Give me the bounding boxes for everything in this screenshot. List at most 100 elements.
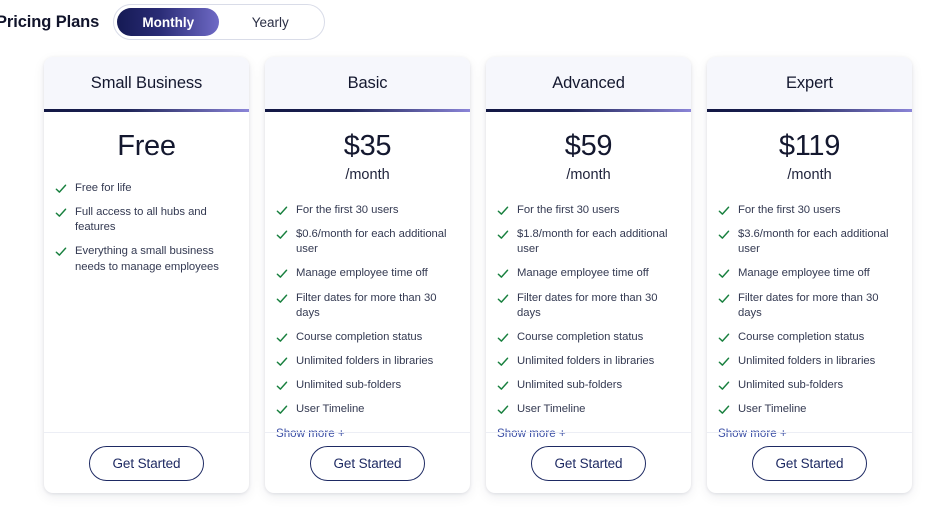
plan-name: Advanced — [552, 73, 625, 92]
pricing-cards-row: Small Business Free Free for life Full acce… — [44, 57, 912, 493]
feature-item: Course completion status — [276, 330, 458, 345]
check-icon — [276, 229, 288, 241]
price-block: $59/month — [496, 112, 681, 184]
feature-item: Unlimited sub-folders — [276, 378, 458, 393]
feature-text: Course completion status — [738, 330, 865, 343]
check-icon — [718, 356, 730, 368]
pricing-page: Pricing Plans Monthly Yearly Small Busin… — [0, 0, 935, 520]
check-icon — [718, 293, 730, 305]
feature-item: Free for life — [55, 181, 237, 196]
get-started-button-basic[interactable]: Get Started — [310, 445, 425, 481]
feature-item: $0.6/month for each additional user — [276, 227, 458, 257]
check-icon — [497, 356, 509, 368]
feature-text: Filter dates for more than 30 days — [738, 291, 879, 319]
check-icon — [276, 293, 288, 305]
feature-item: Manage employee time off — [276, 266, 458, 281]
get-started-button-advanced[interactable]: Get Started — [531, 445, 646, 481]
feature-item: Everything a small business needs to man… — [55, 244, 237, 274]
check-icon — [497, 380, 509, 392]
feature-item: Full access to all hubs and features — [55, 205, 237, 235]
price-block: Free — [54, 112, 239, 162]
card-body-expert: $119/month For the first 30 users $3.6/mon… — [707, 112, 912, 440]
feature-text: Unlimited sub-folders — [738, 378, 844, 391]
feature-item: Filter dates for more than 30 days — [718, 291, 900, 321]
toggle-option-monthly[interactable]: Monthly — [117, 8, 220, 36]
feature-text: Free for life — [75, 182, 132, 195]
check-icon — [276, 356, 288, 368]
feature-text: Manage employee time off — [296, 267, 428, 280]
pricing-card-basic: Basic $35/month For the first 30 users $0.6… — [265, 57, 470, 493]
check-icon — [55, 183, 67, 195]
feature-item: Unlimited folders in libraries — [718, 354, 900, 369]
feature-text: Everything a small business needs to man… — [75, 245, 219, 273]
feature-text: Manage employee time off — [738, 267, 870, 280]
feature-text: Filter dates for more than 30 days — [296, 291, 437, 319]
plan-name: Basic — [347, 73, 388, 92]
feature-item: $1.8/month for each additional user — [497, 227, 679, 257]
get-started-button-small-business[interactable]: Get Started — [89, 445, 204, 481]
feature-list: For the first 30 users $3.6/month for eac… — [717, 203, 902, 425]
check-icon — [718, 229, 730, 241]
check-icon — [276, 268, 288, 280]
feature-item: Course completion status — [718, 330, 900, 345]
feature-item: Manage employee time off — [497, 266, 679, 281]
card-footer-basic: Get Started — [265, 432, 470, 493]
feature-text: For the first 30 users — [517, 204, 620, 217]
check-icon — [497, 205, 509, 217]
price-period: /month — [566, 167, 611, 184]
check-icon — [718, 268, 730, 280]
feature-list: Free for life Full access to all hubs and… — [54, 181, 239, 432]
feature-item: Filter dates for more than 30 days — [497, 291, 679, 321]
feature-item: Unlimited folders in libraries — [497, 354, 679, 369]
card-footer-advanced: Get Started — [486, 432, 691, 493]
price-period: /month — [345, 167, 390, 184]
billing-period-toggle[interactable]: Monthly Yearly — [113, 4, 326, 40]
feature-text: For the first 30 users — [738, 204, 841, 217]
feature-text: Full access to all hubs and features — [75, 206, 207, 234]
feature-text: Course completion status — [296, 330, 423, 343]
feature-text: $1.8/month for each additional user — [517, 228, 668, 256]
get-started-button-expert[interactable]: Get Started — [752, 445, 867, 481]
feature-item: User Timeline — [276, 402, 458, 417]
feature-item: User Timeline — [497, 402, 679, 417]
feature-item: For the first 30 users — [497, 203, 679, 218]
plan-name: Small Business — [90, 73, 203, 92]
check-icon — [55, 246, 67, 258]
check-icon — [497, 268, 509, 280]
pricing-card-advanced: Advanced $59/month For the first 30 users $… — [486, 57, 691, 493]
check-icon — [55, 207, 67, 219]
price-amount: $35 — [343, 130, 392, 162]
feature-item: Filter dates for more than 30 days — [276, 291, 458, 321]
price-amount: $59 — [564, 130, 613, 162]
feature-item: Unlimited sub-folders — [718, 378, 900, 393]
feature-item: For the first 30 users — [276, 203, 458, 218]
feature-text: Manage employee time off — [517, 267, 649, 280]
price-amount: Free — [117, 130, 176, 162]
pricing-header: Pricing Plans Monthly Yearly — [0, 4, 326, 40]
feature-text: Unlimited folders in libraries — [517, 354, 655, 367]
feature-text: Course completion status — [517, 330, 644, 343]
price-block: $119/month — [717, 112, 902, 184]
card-header-expert: Expert — [707, 57, 912, 109]
check-icon — [497, 332, 509, 344]
feature-text: Unlimited sub-folders — [517, 378, 623, 391]
card-body-small-business: Free Free for life Full access to all hubs… — [44, 112, 249, 432]
feature-item: User Timeline — [718, 402, 900, 417]
pricing-card-small-business: Small Business Free Free for life Full acce… — [44, 57, 249, 493]
price-block: $35/month — [275, 112, 460, 184]
feature-text: Unlimited folders in libraries — [738, 354, 876, 367]
check-icon — [497, 229, 509, 241]
card-footer-expert: Get Started — [707, 432, 912, 493]
feature-item: $3.6/month for each additional user — [718, 227, 900, 257]
feature-text: Unlimited sub-folders — [296, 378, 402, 391]
check-icon — [276, 332, 288, 344]
feature-text: User Timeline — [517, 402, 586, 415]
feature-item: Course completion status — [497, 330, 679, 345]
plan-name: Expert — [785, 73, 834, 92]
card-body-advanced: $59/month For the first 30 users $1.8/mont… — [486, 112, 691, 440]
page-title: Pricing Plans — [0, 12, 100, 31]
check-icon — [276, 205, 288, 217]
toggle-option-yearly[interactable]: Yearly — [219, 8, 321, 36]
price-period: /month — [787, 167, 832, 184]
check-icon — [718, 205, 730, 217]
